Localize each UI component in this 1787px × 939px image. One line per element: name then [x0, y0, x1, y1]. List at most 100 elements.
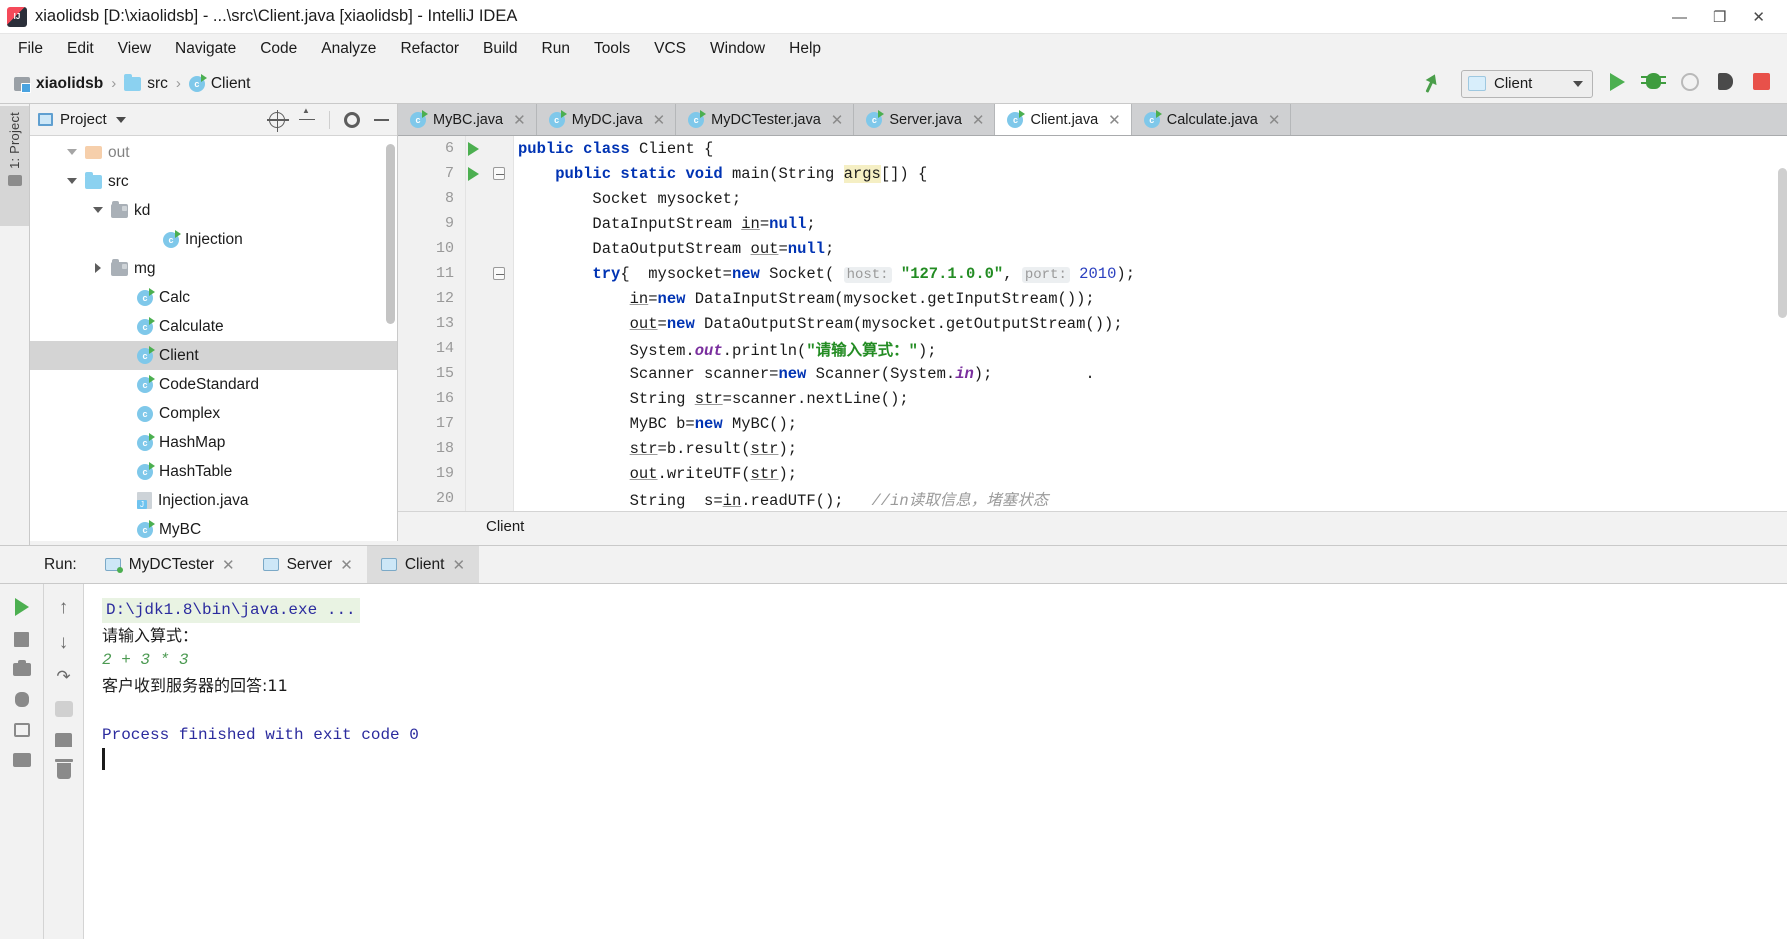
run-icon[interactable]	[1607, 72, 1629, 95]
run-tab-mydctester[interactable]: MyDCTester ✕	[90, 546, 249, 583]
code-line[interactable]: 15 Scanner scanner=new Scanner(System.in…	[398, 361, 1787, 386]
menu-tools[interactable]: Tools	[583, 37, 641, 61]
editor-tab-server-java[interactable]: c Server.java ✕	[854, 104, 996, 135]
breadcrumb-item-client[interactable]: c Client	[188, 73, 251, 93]
project-tree[interactable]: out src kd c Injection mg c Calc c Calculate c Clie…	[30, 136, 397, 541]
menu-help[interactable]: Help	[778, 37, 832, 61]
print-icon[interactable]	[55, 733, 72, 747]
profiler-icon[interactable]	[1715, 72, 1737, 95]
close-icon[interactable]: ✕	[1752, 10, 1765, 25]
rerun-icon[interactable]	[14, 598, 29, 616]
run-tab-server[interactable]: Server ✕	[248, 546, 367, 583]
sidebar-item-project[interactable]: 1: Project	[0, 106, 29, 226]
code-line[interactable]: 11 try{ mysocket=new Socket( host: "127.…	[398, 261, 1787, 286]
menu-file[interactable]: File	[7, 37, 54, 61]
menu-code[interactable]: Code	[249, 37, 308, 61]
code-line[interactable]: 18 str=b.result(str);	[398, 436, 1787, 461]
editor-tab-calculate-java[interactable]: c Calculate.java ✕	[1131, 104, 1292, 135]
menu-vcs[interactable]: VCS	[643, 37, 697, 61]
scroll-down-icon[interactable]: ↓	[59, 633, 69, 652]
run-gutter-icon[interactable]	[460, 141, 486, 156]
menu-edit[interactable]: Edit	[56, 37, 105, 61]
editor-tab-client-java[interactable]: c Client.java ✕	[995, 104, 1132, 135]
chevron-down-icon[interactable]	[115, 116, 126, 123]
menu-analyze[interactable]: Analyze	[310, 37, 387, 61]
stop-icon[interactable]	[1751, 72, 1773, 95]
code-line[interactable]: 17 MyBC b=new MyBC();	[398, 411, 1787, 436]
scroll-to-end-icon[interactable]	[54, 701, 73, 717]
code-line[interactable]: 16 String str=scanner.nextLine();	[398, 386, 1787, 411]
tree-item-client[interactable]: c Client	[30, 341, 397, 370]
code-editor[interactable]: 6 public class Client {7 public static vo…	[398, 136, 1787, 541]
console-input-icon[interactable]	[13, 723, 30, 737]
close-icon[interactable]: ✕	[831, 111, 844, 129]
close-icon[interactable]: ✕	[972, 111, 985, 129]
menu-view[interactable]: View	[107, 37, 162, 61]
code-line[interactable]: 14 System.out.println("请输入算式：");	[398, 336, 1787, 361]
tree-item-src[interactable]: src	[30, 167, 397, 196]
code-line[interactable]: 10 DataOutputStream out=null;	[398, 236, 1787, 261]
close-icon[interactable]: ✕	[653, 111, 666, 129]
capture-dump-icon[interactable]	[12, 660, 31, 676]
tree-item-hashmap[interactable]: c HashMap	[30, 428, 397, 457]
tree-item-kd[interactable]: kd	[30, 196, 397, 225]
locate-icon[interactable]	[267, 109, 289, 132]
menu-navigate[interactable]: Navigate	[164, 37, 247, 61]
close-icon[interactable]: ✕	[222, 556, 235, 574]
maximize-icon[interactable]: ❐	[1713, 10, 1726, 25]
green-arrow-icon[interactable]	[1425, 73, 1447, 95]
menu-build[interactable]: Build	[472, 37, 528, 61]
soft-wrap-icon[interactable]: ↷	[56, 668, 70, 685]
tree-item-mg[interactable]: mg	[30, 254, 397, 283]
project-tree-scrollbar[interactable]	[386, 144, 395, 324]
collapse-all-icon[interactable]	[299, 106, 315, 128]
breadcrumb-item-src[interactable]: src	[124, 73, 168, 93]
tree-item-calc[interactable]: c Calc	[30, 283, 397, 312]
twisty-collapsed-icon[interactable]	[92, 262, 105, 275]
scroll-up-icon[interactable]: ↑	[59, 598, 69, 617]
twisty-expanded-icon[interactable]	[66, 146, 79, 159]
editor-tab-mydc-java[interactable]: c MyDC.java ✕	[536, 104, 677, 135]
coverage-icon[interactable]	[1679, 72, 1701, 95]
tree-item-calculate[interactable]: c Calculate	[30, 312, 397, 341]
run-gutter-icon[interactable]	[460, 166, 486, 181]
tree-item-complex[interactable]: c Complex	[30, 399, 397, 428]
thread-dump-icon[interactable]	[14, 692, 29, 707]
debug-bug-icon[interactable]	[1641, 72, 1666, 95]
fold-toggle-icon[interactable]	[486, 167, 512, 180]
editor-scrollbar[interactable]	[1778, 168, 1787, 318]
tree-item-codestandard[interactable]: c CodeStandard	[30, 370, 397, 399]
menu-refactor[interactable]: Refactor	[389, 37, 470, 61]
twisty-expanded-icon[interactable]	[92, 204, 105, 217]
fold-toggle-icon[interactable]	[486, 267, 512, 280]
code-line[interactable]: 12 in=new DataInputStream(mysocket.getIn…	[398, 286, 1787, 311]
breadcrumb-item-module[interactable]: xiaolidsb	[14, 75, 103, 93]
code-line[interactable]: 20 String s=in.readUTF(); //in读取信息，堵塞状态	[398, 486, 1787, 511]
editor-tab-mybc-java[interactable]: c MyBC.java ✕	[398, 104, 537, 135]
close-icon[interactable]: ✕	[1268, 111, 1281, 129]
twisty-expanded-icon[interactable]	[66, 175, 79, 188]
stop-icon[interactable]	[14, 632, 29, 647]
tree-item-injection-java[interactable]: Injection.java	[30, 486, 397, 515]
minimize-icon[interactable]: —	[1672, 10, 1687, 25]
hide-icon[interactable]	[374, 118, 389, 121]
run-tab-client[interactable]: Client ✕	[366, 546, 480, 583]
code-line[interactable]: 7 public static void main(String args[])…	[398, 161, 1787, 186]
close-icon[interactable]: ✕	[1108, 111, 1121, 129]
tree-item-mybc[interactable]: c MyBC	[30, 515, 397, 541]
settings-gear-icon[interactable]	[344, 111, 360, 128]
console-output[interactable]: D:\jdk1.8\bin\java.exe ... 请输入算式： 2 + 3 * …	[84, 584, 1787, 939]
code-line[interactable]: 6 public class Client {	[398, 136, 1787, 161]
code-line[interactable]: 8 Socket mysocket;	[398, 186, 1787, 211]
menu-run[interactable]: Run	[531, 37, 581, 61]
editor-tab-mydctester-java[interactable]: c MyDCTester.java ✕	[676, 104, 855, 135]
clear-all-icon[interactable]	[54, 759, 73, 779]
close-icon[interactable]: ✕	[452, 556, 465, 574]
close-icon[interactable]: ✕	[513, 111, 526, 129]
run-configuration-selector[interactable]: Client	[1461, 69, 1593, 98]
tree-item-out[interactable]: out	[30, 138, 397, 167]
code-line[interactable]: 13 out=new DataOutputStream(mysocket.get…	[398, 311, 1787, 336]
tree-item-hashtable[interactable]: c HashTable	[30, 457, 397, 486]
code-lines[interactable]: 6 public class Client {7 public static vo…	[398, 136, 1787, 541]
code-line[interactable]: 19 out.writeUTF(str);	[398, 461, 1787, 486]
